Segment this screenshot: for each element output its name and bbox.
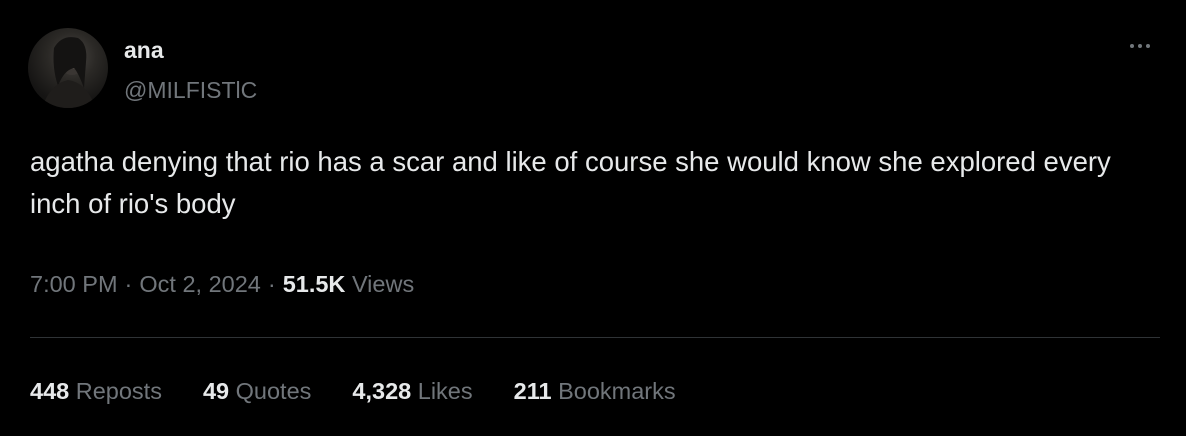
more-icon-dot: [1146, 44, 1150, 48]
quotes-count: 49: [202, 378, 230, 404]
likes-label: Likes: [417, 378, 473, 404]
engagement-stats: 448 Reposts 49 Quotes 4,328 Likes 211 Bo…: [30, 376, 717, 406]
user-handle[interactable]: @MILFISTlC: [124, 76, 257, 104]
more-icon-dot: [1130, 44, 1134, 48]
reposts-stat[interactable]: 448 Reposts: [30, 376, 162, 406]
quotes-label: Quotes: [235, 378, 312, 404]
bookmarks-count: 211: [513, 378, 552, 404]
bookmarks-stat[interactable]: 211 Bookmarks: [514, 376, 676, 406]
display-name[interactable]: ana: [124, 36, 164, 64]
bookmarks-label: Bookmarks: [558, 378, 676, 404]
tweet-meta: 7:00 PM · Oct 2, 2024 · 51.5K Views: [30, 269, 414, 299]
meta-separator: ·: [124, 271, 133, 297]
tweet-card: ana @MILFISTlC agatha denying that rio h…: [0, 0, 1186, 436]
views-label: Views: [351, 271, 415, 297]
reposts-count: 448: [30, 378, 70, 404]
tweet-text: agatha denying that rio has a scar and l…: [30, 146, 1111, 219]
likes-count: 4,328: [352, 378, 412, 404]
tweet-date[interactable]: Oct 2, 2024: [139, 271, 261, 297]
meta-separator: ·: [267, 271, 276, 297]
avatar[interactable]: [28, 28, 108, 108]
quotes-stat[interactable]: 49 Quotes: [203, 376, 311, 406]
views-count: 51.5K: [282, 271, 346, 297]
divider: [30, 337, 1160, 338]
reposts-label: Reposts: [75, 378, 162, 404]
avatar-image: [42, 37, 96, 108]
more-icon[interactable]: [1124, 36, 1156, 56]
more-icon-dot: [1138, 44, 1142, 48]
tweet-time[interactable]: 7:00 PM: [30, 271, 118, 297]
likes-stat[interactable]: 4,328 Likes: [352, 376, 472, 406]
